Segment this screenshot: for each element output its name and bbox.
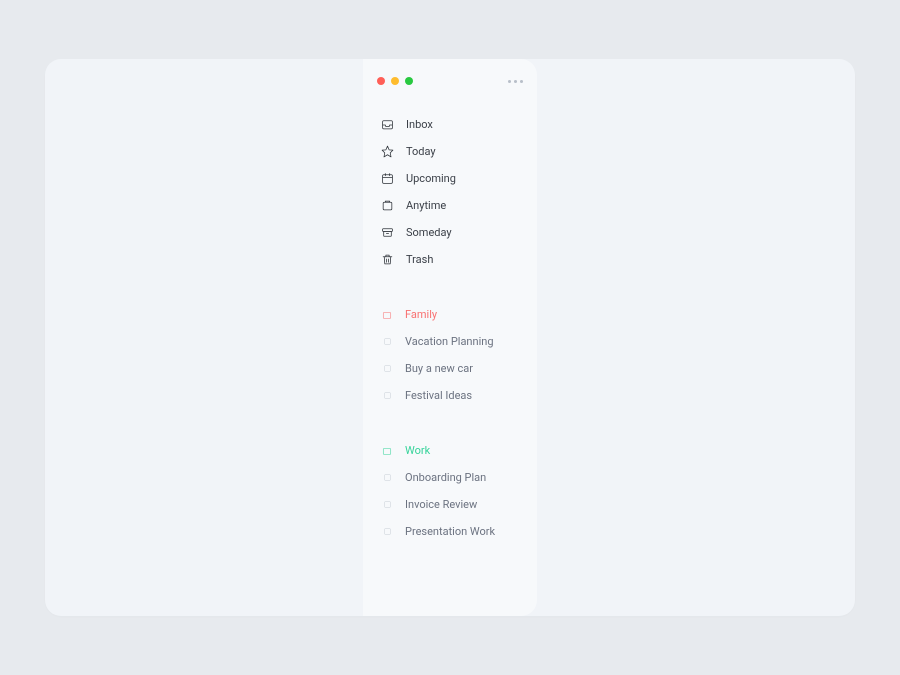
- project-label: Presentation Work: [405, 525, 495, 538]
- area-header-family[interactable]: Family: [377, 301, 523, 328]
- project-label: Vacation Planning: [405, 335, 494, 348]
- more-options-button[interactable]: [508, 80, 523, 83]
- project-item[interactable]: Buy a new car: [377, 355, 523, 382]
- nav-item-today[interactable]: Today: [377, 138, 523, 165]
- project-icon: [381, 390, 393, 402]
- layers-icon: [381, 199, 394, 212]
- project-item[interactable]: Vacation Planning: [377, 328, 523, 355]
- traffic-lights: [377, 77, 413, 85]
- nav-item-trash[interactable]: Trash: [377, 246, 523, 273]
- star-icon: [381, 145, 394, 158]
- project-icon: [381, 526, 393, 538]
- nav-item-upcoming[interactable]: Upcoming: [377, 165, 523, 192]
- project-icon: [381, 363, 393, 375]
- inbox-icon: [381, 118, 394, 131]
- area-label: Family: [405, 308, 437, 321]
- nav-item-label: Anytime: [406, 199, 446, 212]
- nav-item-label: Inbox: [406, 118, 433, 131]
- nav-item-label: Trash: [406, 253, 433, 266]
- project-label: Festival Ideas: [405, 389, 472, 402]
- project-icon: [381, 472, 393, 484]
- folder-icon: [381, 445, 393, 457]
- project-item[interactable]: Onboarding Plan: [377, 464, 523, 491]
- nav-item-inbox[interactable]: Inbox: [377, 111, 523, 138]
- project-icon: [381, 336, 393, 348]
- smart-lists-section: Inbox Today Upcoming Anyti: [377, 111, 523, 273]
- folder-icon: [381, 309, 393, 321]
- section-divider: [377, 273, 523, 301]
- archive-icon: [381, 226, 394, 239]
- project-item[interactable]: Invoice Review: [377, 491, 523, 518]
- nav-item-someday[interactable]: Someday: [377, 219, 523, 246]
- project-item[interactable]: Festival Ideas: [377, 382, 523, 409]
- window-controls-row: [377, 77, 523, 111]
- app-window: Inbox Today Upcoming Anyti: [45, 59, 855, 616]
- project-icon: [381, 499, 393, 511]
- section-divider: [377, 409, 523, 437]
- nav-item-label: Upcoming: [406, 172, 456, 185]
- trash-icon: [381, 253, 394, 266]
- sidebar: Inbox Today Upcoming Anyti: [363, 59, 537, 616]
- main-content-area: [45, 59, 363, 616]
- project-label: Buy a new car: [405, 362, 473, 375]
- nav-item-label: Today: [406, 145, 436, 158]
- right-margin: [537, 59, 855, 616]
- area-header-work[interactable]: Work: [377, 437, 523, 464]
- project-label: Invoice Review: [405, 498, 477, 511]
- area-label: Work: [405, 444, 430, 457]
- minimize-window-button[interactable]: [391, 77, 399, 85]
- nav-item-anytime[interactable]: Anytime: [377, 192, 523, 219]
- maximize-window-button[interactable]: [405, 77, 413, 85]
- calendar-icon: [381, 172, 394, 185]
- close-window-button[interactable]: [377, 77, 385, 85]
- project-label: Onboarding Plan: [405, 471, 486, 484]
- nav-item-label: Someday: [406, 226, 452, 239]
- project-item[interactable]: Presentation Work: [377, 518, 523, 545]
